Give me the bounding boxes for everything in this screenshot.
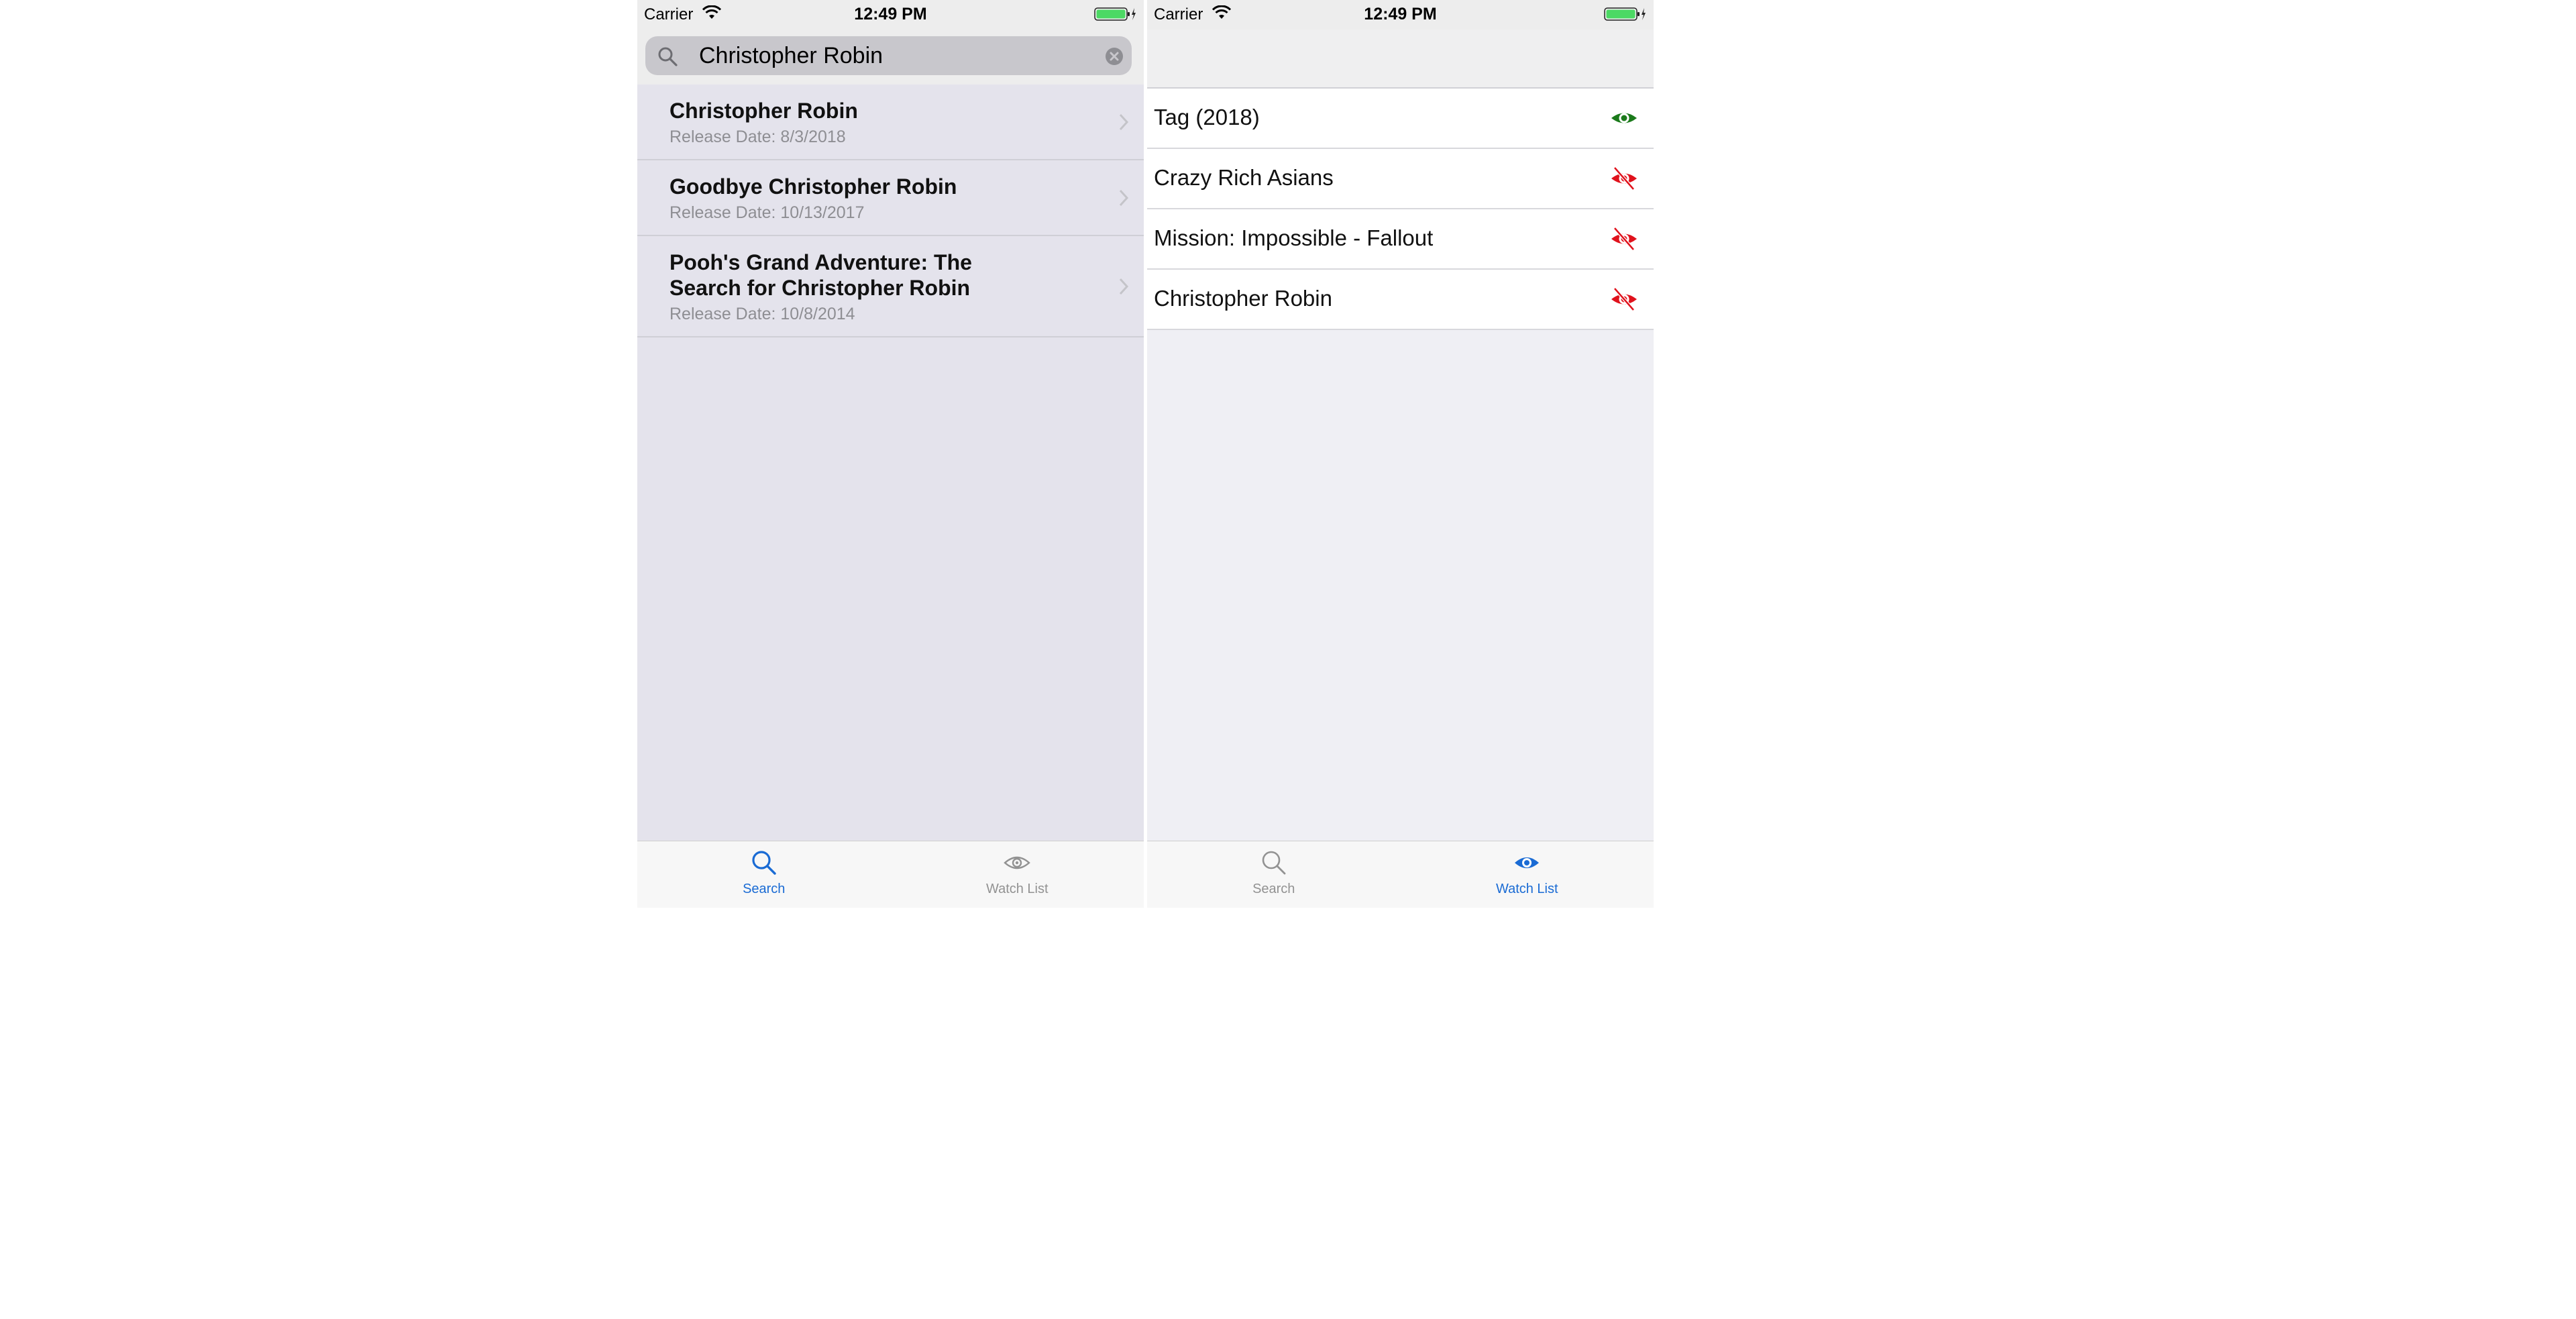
tab-search[interactable]: Search [637,841,891,908]
tab-bar: Search Watch List [637,841,1144,908]
chevron-right-icon [1119,278,1129,295]
tab-watch-list[interactable]: Watch List [1401,841,1654,908]
movie-title: Tag (2018) [1154,105,1260,129]
result-title: Christopher Robin [669,99,858,123]
movie-title: Christopher Robin [1154,286,1332,311]
search-tab-icon [752,851,776,875]
clear-search-icon[interactable] [1105,47,1124,66]
result-release-date: Release Date: 10/8/2014 [669,305,855,323]
result-release-date: Release Date: 8/3/2018 [669,127,846,146]
chevron-right-icon [1119,189,1129,206]
eye-tab-icon [1515,857,1540,868]
eye-tab-icon [1004,856,1031,869]
unwatched-eye-slash-icon[interactable] [1609,287,1639,311]
watch-list-row[interactable]: Mission: Impossible - Fallout [1147,209,1654,270]
search-bar [637,30,1144,85]
search-field[interactable] [645,36,1132,75]
magnifying-glass-icon [658,47,678,66]
battery-icon [1604,7,1646,21]
result-title: Pooh's Grand Adventure: The Search for C… [669,250,972,300]
chevron-right-icon [1119,113,1129,130]
search-result-row[interactable]: Pooh's Grand Adventure: The Search for C… [637,236,1144,337]
search-result-row[interactable]: Goodbye Christopher Robin Release Date: … [637,160,1144,236]
clock: 12:49 PM [1364,5,1437,23]
tab-bar: Search Watch List [1147,841,1654,908]
clock: 12:49 PM [854,5,927,23]
navigation-bar [1147,30,1654,89]
watch-list-row[interactable]: Tag (2018) [1147,89,1654,149]
search-tab-icon [1262,851,1286,875]
unwatched-eye-slash-icon[interactable] [1609,166,1639,191]
tab-label: Watch List [1495,882,1558,896]
search-results-list: Christopher Robin Release Date: 8/3/2018… [637,85,1144,337]
movie-title: Crazy Rich Asians [1154,165,1334,190]
search-screen: Carrier 12:49 PM Christopher Robin Chris… [637,0,1144,908]
watch-list-row[interactable]: Christopher Robin [1147,270,1654,330]
tab-label: Search [1252,882,1295,896]
status-bar: Carrier 12:49 PM [637,0,1144,30]
result-title: Goodbye Christopher Robin [669,174,957,199]
search-result-row[interactable]: Christopher Robin Release Date: 8/3/2018 [637,85,1144,160]
search-input[interactable] [699,42,1048,70]
watch-list-row[interactable]: Crazy Rich Asians [1147,149,1654,209]
watch-list-screen: Carrier 12:49 PM Tag (2018) Crazy Rich A… [1147,0,1654,908]
tab-label: Search [743,882,786,896]
result-release-date: Release Date: 10/13/2017 [669,203,865,222]
tab-search[interactable]: Search [1147,841,1401,908]
unwatched-eye-slash-icon[interactable] [1609,227,1639,251]
battery-icon [1094,7,1136,21]
status-bar: Carrier 12:49 PM [1147,0,1654,30]
tab-label: Watch List [985,882,1049,896]
tab-watch-list[interactable]: Watch List [891,841,1144,908]
movie-title: Mission: Impossible - Fallout [1154,225,1434,250]
watched-eye-icon[interactable] [1609,106,1639,130]
watch-list: Tag (2018) Crazy Rich Asians Mission: Im… [1147,89,1654,330]
